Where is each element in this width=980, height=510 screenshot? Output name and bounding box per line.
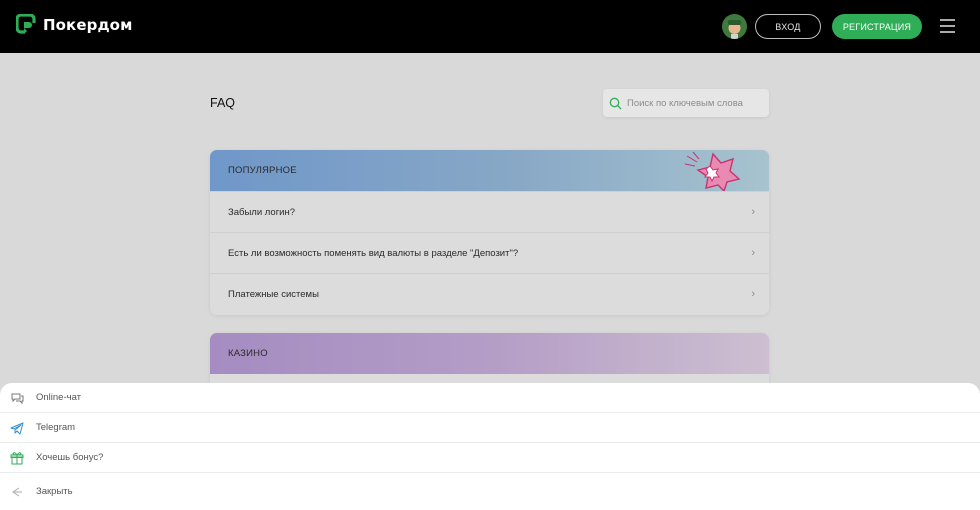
close-label: Закрыть bbox=[36, 486, 73, 497]
avatar[interactable] bbox=[722, 14, 747, 39]
search-input[interactable]: Поиск по ключевым слова bbox=[603, 89, 769, 117]
brand-logo[interactable]: Покердом bbox=[16, 14, 132, 36]
section-title: КАЗИНО bbox=[228, 348, 268, 359]
chevron-right-icon: › bbox=[751, 288, 755, 300]
login-button[interactable]: ВХОД bbox=[755, 14, 821, 39]
menu-icon[interactable] bbox=[940, 19, 955, 33]
close-item[interactable]: Закрыть bbox=[0, 473, 980, 510]
online-chat-label: Online-чат bbox=[36, 392, 81, 403]
faq-item[interactable]: Платежные системы › bbox=[210, 273, 769, 314]
top-header: Покердом ВХОД РЕГИСТРАЦИЯ bbox=[0, 0, 980, 53]
chat-icon bbox=[11, 393, 24, 404]
faq-item-label: Есть ли возможность поменять вид валюты … bbox=[228, 247, 519, 259]
chevron-right-icon: › bbox=[751, 206, 755, 218]
bonus-item[interactable]: Хочешь бонус? bbox=[0, 443, 980, 473]
avatar-icon bbox=[722, 14, 747, 39]
close-icon bbox=[11, 487, 22, 496]
search-placeholder: Поиск по ключевым слова bbox=[627, 97, 743, 109]
gift-icon bbox=[10, 451, 24, 464]
telegram-icon bbox=[10, 422, 24, 434]
telegram-label: Telegram bbox=[36, 422, 76, 433]
section-header[interactable]: ПОПУЛЯРНОЕ bbox=[210, 150, 769, 191]
telegram-item[interactable]: Telegram bbox=[0, 413, 980, 443]
brand-name: Покердом bbox=[43, 16, 133, 34]
register-button[interactable]: РЕГИСТРАЦИЯ bbox=[832, 14, 922, 39]
page-title: FAQ bbox=[210, 96, 236, 110]
faq-item[interactable]: Забыли логин? › bbox=[210, 191, 769, 232]
search-icon bbox=[609, 97, 622, 109]
section-title: ПОПУЛЯРНОЕ bbox=[228, 165, 297, 176]
brand-logo-icon bbox=[16, 14, 37, 35]
star-illustration-icon bbox=[684, 151, 741, 191]
online-chat-item[interactable]: Online-чат bbox=[0, 383, 980, 413]
support-panel: Online-чат Telegram Хочешь бонус? Закрыт… bbox=[0, 383, 980, 510]
faq-item[interactable]: Есть ли возможность поменять вид валюты … bbox=[210, 232, 769, 273]
chevron-right-icon: › bbox=[751, 247, 755, 259]
faq-section-popular: ПОПУЛЯРНОЕ Забыли логин? › Есть ли возмо… bbox=[210, 150, 769, 315]
section-header[interactable]: КАЗИНО bbox=[210, 333, 769, 374]
faq-item-label: Платежные системы bbox=[228, 288, 319, 300]
bonus-label: Хочешь бонус? bbox=[36, 452, 104, 463]
faq-item-label: Забыли логин? bbox=[228, 206, 296, 218]
